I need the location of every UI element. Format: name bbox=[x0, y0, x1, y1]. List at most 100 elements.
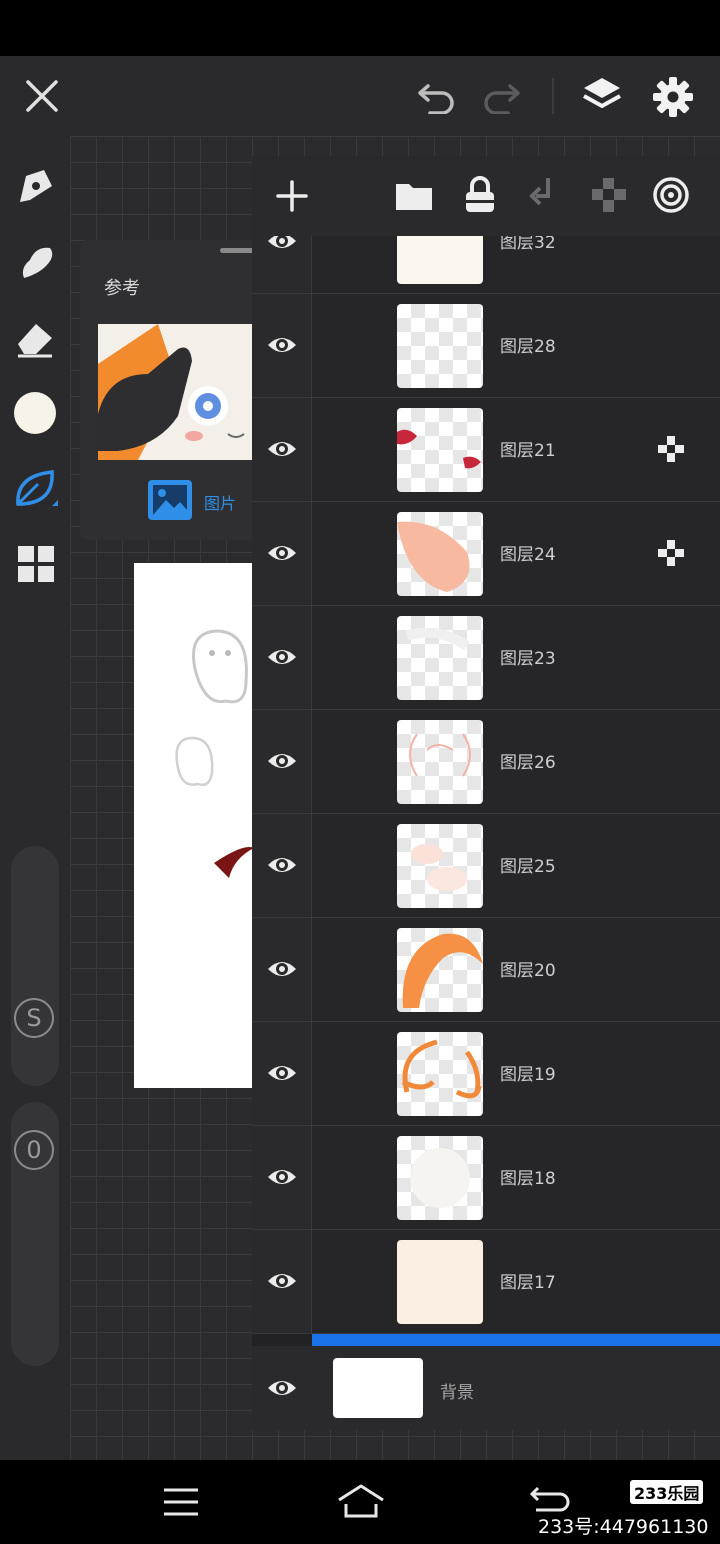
eye-icon[interactable] bbox=[266, 851, 298, 879]
undo-icon[interactable] bbox=[416, 78, 458, 114]
system-nav-bar: 233乐园 233号:447961130 bbox=[0, 1460, 720, 1544]
eye-icon[interactable] bbox=[266, 331, 298, 359]
reference-panel[interactable]: 参考 图片 bbox=[80, 240, 280, 540]
pen-tool-icon[interactable] bbox=[16, 166, 56, 206]
layer-visibility-column bbox=[252, 502, 312, 605]
layer-thumbnail bbox=[397, 1136, 483, 1220]
home-icon[interactable] bbox=[336, 1482, 386, 1520]
color-picker-swatch[interactable] bbox=[14, 392, 56, 434]
layer-visibility-column bbox=[252, 606, 312, 709]
redo-icon[interactable] bbox=[480, 78, 522, 114]
opacity-slider-label: 0 bbox=[14, 1130, 54, 1170]
thumbnail-art bbox=[405, 627, 470, 651]
layer-row[interactable]: 图层28 bbox=[252, 294, 720, 398]
reference-character-image bbox=[98, 324, 245, 460]
status-bar bbox=[0, 0, 720, 56]
alpha-lock-icon[interactable] bbox=[592, 178, 626, 212]
smudge-tool-icon[interactable] bbox=[16, 242, 56, 282]
layer-row[interactable]: 图层19 bbox=[252, 1022, 720, 1126]
background-layer-row[interactable]: 背景 bbox=[252, 1346, 720, 1430]
layers-icon[interactable] bbox=[580, 74, 624, 116]
eye-icon[interactable] bbox=[266, 955, 298, 983]
layer-visibility-column bbox=[252, 294, 312, 397]
layer-thumbnail bbox=[397, 304, 483, 388]
watermark-logo: 233乐园 bbox=[630, 1480, 704, 1504]
alpha-lock-indicator-icon bbox=[658, 436, 684, 462]
alpha-lock-indicator-icon bbox=[658, 540, 684, 566]
eye-icon[interactable] bbox=[266, 1267, 298, 1295]
layer-name: 图层26 bbox=[500, 753, 556, 773]
thumbnail-art bbox=[411, 844, 467, 891]
eye-icon[interactable] bbox=[266, 747, 298, 775]
layer-row[interactable]: 图层23 bbox=[252, 606, 720, 710]
thumbnail-art bbox=[397, 521, 470, 592]
reference-title: 参考 bbox=[104, 278, 140, 299]
background-thumbnail bbox=[333, 1358, 423, 1418]
layer-name: 图层24 bbox=[500, 545, 556, 565]
layer-name: 图层20 bbox=[500, 961, 556, 981]
layer-toolbar bbox=[252, 156, 720, 236]
lock-icon[interactable] bbox=[460, 174, 500, 214]
eraser-tool-icon[interactable] bbox=[14, 318, 56, 358]
toolbar-divider bbox=[552, 78, 554, 114]
layer-row[interactable]: 图层26 bbox=[252, 710, 720, 814]
reference-image[interactable] bbox=[98, 324, 258, 460]
layers-panel: 图层32 图层28 图层21 图层24 图层23 图层26 图层25 图层20 … bbox=[252, 156, 720, 1430]
layer-visibility-column bbox=[252, 710, 312, 813]
layer-thumbnail bbox=[397, 616, 483, 700]
clipping-mask-icon[interactable] bbox=[528, 176, 558, 214]
thumbnail-art bbox=[410, 1148, 470, 1208]
layer-thumbnail bbox=[397, 720, 483, 804]
eye-icon[interactable] bbox=[266, 1163, 298, 1191]
watermark-id: 233号:447961130 bbox=[538, 1516, 709, 1538]
layer-visibility-column bbox=[252, 1126, 312, 1229]
layer-name: 图层17 bbox=[500, 1273, 556, 1293]
layer-thumbnail bbox=[397, 1240, 483, 1324]
settings-gear-icon[interactable] bbox=[652, 76, 694, 118]
eye-icon[interactable] bbox=[266, 539, 298, 567]
layer-row[interactable]: 图层25 bbox=[252, 814, 720, 918]
menu-icon[interactable] bbox=[162, 1486, 200, 1518]
layer-thumbnail bbox=[397, 824, 483, 908]
layer-name: 图层28 bbox=[500, 337, 556, 357]
layer-name: 图层19 bbox=[500, 1065, 556, 1085]
grid-menu-icon[interactable] bbox=[16, 544, 56, 584]
eye-icon[interactable] bbox=[266, 1374, 298, 1402]
layer-row[interactable]: 图层18 bbox=[252, 1126, 720, 1230]
layer-thumbnail bbox=[397, 1032, 483, 1116]
leaf-brush-icon[interactable] bbox=[12, 464, 60, 512]
layer-thumbnail bbox=[397, 512, 483, 596]
add-layer-icon[interactable] bbox=[274, 178, 310, 214]
selected-layer-indicator bbox=[312, 1334, 720, 1346]
layer-name: 图层25 bbox=[500, 857, 556, 877]
folder-icon[interactable] bbox=[394, 178, 434, 212]
image-icon[interactable] bbox=[148, 480, 192, 520]
layer-row[interactable]: 图层17 bbox=[252, 1230, 720, 1334]
layer-thumbnail bbox=[397, 408, 483, 492]
layer-row[interactable]: 图层20 bbox=[252, 918, 720, 1022]
layer-visibility-column bbox=[252, 398, 312, 501]
thumbnail-art bbox=[402, 933, 483, 1008]
eye-icon[interactable] bbox=[266, 643, 298, 671]
layer-name: 图层21 bbox=[500, 441, 556, 461]
layer-visibility-column bbox=[252, 1230, 312, 1333]
size-slider-label: S bbox=[14, 998, 54, 1038]
layer-row[interactable]: 图层21 bbox=[252, 398, 720, 502]
close-icon[interactable] bbox=[24, 78, 60, 114]
top-toolbar bbox=[0, 56, 720, 136]
layer-visibility-column bbox=[252, 814, 312, 917]
background-layer-name: 背景 bbox=[440, 1383, 474, 1403]
thumbnail-art bbox=[401, 1039, 482, 1099]
layer-visibility-column bbox=[252, 918, 312, 1021]
layer-row[interactable]: 图层24 bbox=[252, 502, 720, 606]
brush-size-slider[interactable] bbox=[11, 846, 59, 1086]
eye-icon[interactable] bbox=[266, 435, 298, 463]
layer-name: 图层18 bbox=[500, 1169, 556, 1189]
layer-visibility-column bbox=[252, 1022, 312, 1125]
layer-thumbnail bbox=[397, 928, 483, 1012]
thumbnail-art bbox=[409, 733, 471, 777]
eye-icon[interactable] bbox=[266, 1059, 298, 1087]
layer-name: 图层23 bbox=[500, 649, 556, 669]
layer-effects-icon[interactable] bbox=[652, 176, 690, 214]
image-tab-label[interactable]: 图片 bbox=[204, 490, 236, 514]
